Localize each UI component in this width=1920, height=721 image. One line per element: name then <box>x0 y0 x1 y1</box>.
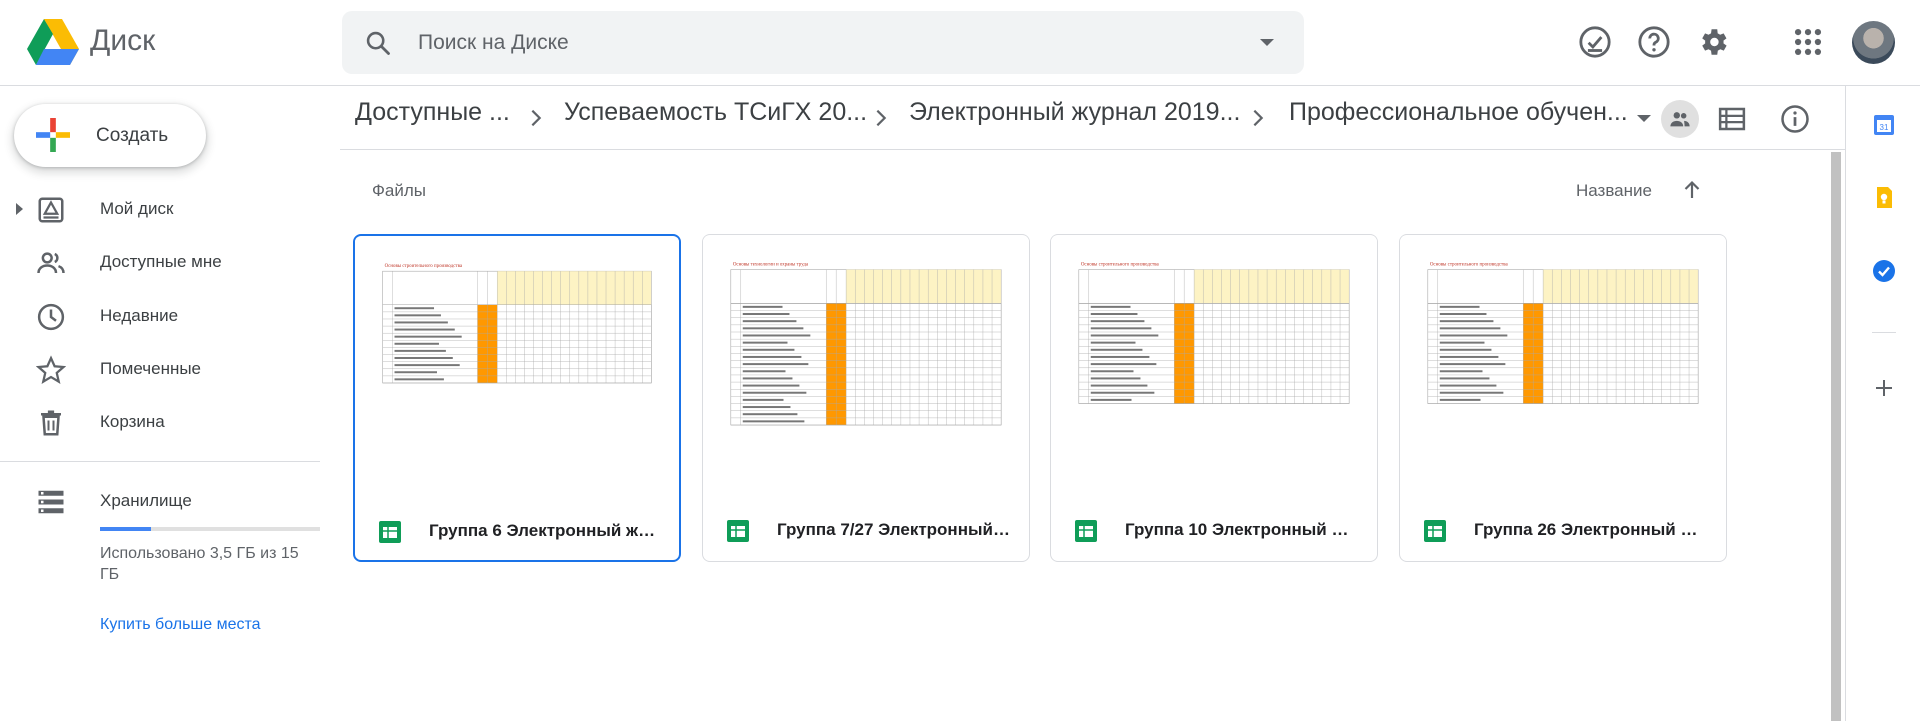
sidebar-item-label: Корзина <box>100 412 165 431</box>
folder-menu-chevron-down-icon[interactable] <box>1637 115 1651 122</box>
settings-gear-icon[interactable] <box>1696 25 1730 59</box>
breadcrumb-item[interactable]: Доступные ... <box>355 98 510 127</box>
sidebar-item-my-drive[interactable]: Мой диск <box>0 185 320 233</box>
create-label: Создать <box>96 125 169 146</box>
file-card-footer: Группа 26 Электронный журнал <box>1400 495 1726 561</box>
thumbnail-title: Основы технологии и охраны труда <box>733 263 809 268</box>
breadcrumb-item[interactable]: Электронный журнал 2019... <box>909 98 1240 127</box>
side-panel: 31 <box>1845 86 1920 721</box>
calendar-icon[interactable]: 31 <box>1872 113 1896 137</box>
search-icon[interactable] <box>364 29 392 57</box>
people-icon <box>1670 112 1690 127</box>
google-sheets-icon <box>1075 520 1097 542</box>
thumbnail-title: Основы строительного производства <box>1081 263 1160 268</box>
help-icon[interactable] <box>1637 25 1671 59</box>
sidebar-item-label: Мой диск <box>100 199 174 218</box>
account-avatar[interactable] <box>1852 21 1895 64</box>
search-bar[interactable]: Поиск на Диске <box>342 11 1304 74</box>
file-card-footer: Группа 10 Электронный журнал <box>1051 495 1377 561</box>
top-header: Диск Поиск на Диске <box>0 0 1920 86</box>
sidebar-item-trash[interactable]: Корзина <box>0 398 320 446</box>
sort-ascending-arrow-icon[interactable] <box>1680 178 1704 202</box>
files-section-title: Файлы <box>372 181 427 200</box>
storage-icon <box>38 490 64 514</box>
file-name[interactable]: Группа 6 Электронный журнал <box>429 521 664 541</box>
clock-icon <box>37 303 65 331</box>
chevron-right-icon <box>1253 109 1264 127</box>
file-name[interactable]: Группа 10 Электронный журнал <box>1125 520 1360 540</box>
shared-folder-button[interactable] <box>1661 100 1699 138</box>
buy-storage-link[interactable]: Купить больше места <box>100 616 261 634</box>
chevron-right-icon <box>876 109 887 127</box>
storage-usage-fill <box>100 527 151 531</box>
svg-text:31: 31 <box>1880 123 1889 132</box>
info-icon[interactable] <box>1780 104 1810 134</box>
google-sheets-icon <box>379 521 401 543</box>
my-drive-icon <box>38 197 64 223</box>
list-view-icon[interactable] <box>1717 104 1747 134</box>
star-icon <box>36 355 66 384</box>
shared-people-icon <box>37 252 65 274</box>
keep-icon[interactable] <box>1872 186 1896 210</box>
file-thumbnail: Основы строительного производства <box>1400 235 1726 495</box>
expand-arrow-icon[interactable] <box>16 203 23 215</box>
file-card-footer: Группа 7/27 Электронный журнал <box>703 495 1029 561</box>
file-thumbnail: Основы строительного производства <box>355 237 679 495</box>
thumbnail-title: Основы строительного производства <box>1430 263 1509 268</box>
file-name[interactable]: Группа 7/27 Электронный журнал <box>777 520 1012 540</box>
sidebar-divider <box>0 461 320 462</box>
apps-grid-icon[interactable] <box>1791 25 1825 59</box>
sidebar-item-label: Доступные мне <box>100 252 222 271</box>
google-sheets-icon <box>1424 520 1446 542</box>
breadcrumb-current-folder[interactable]: Профессиональное обучен... <box>1289 98 1628 127</box>
search-input[interactable]: Поиск на Диске <box>418 31 569 55</box>
file-card[interactable]: Основы технологии и охраны труда Группа … <box>702 234 1030 562</box>
toolbar-divider <box>340 149 1845 150</box>
sort-by-name-button[interactable]: Название <box>1576 181 1652 201</box>
storage-label: Хранилище <box>100 491 192 510</box>
file-name[interactable]: Группа 26 Электронный журнал <box>1474 520 1709 540</box>
tasks-icon[interactable] <box>1872 259 1896 283</box>
google-sheets-icon <box>727 520 749 542</box>
offline-check-icon[interactable] <box>1578 25 1612 59</box>
file-thumbnail: Основы строительного производства <box>1051 235 1377 495</box>
file-card[interactable]: Основы строительного производства Группа… <box>353 234 681 562</box>
trash-icon <box>41 410 61 436</box>
storage-usage-bar <box>100 527 320 531</box>
file-thumbnail: Основы технологии и охраны труда <box>703 235 1029 495</box>
breadcrumb-item[interactable]: Успеваемость ТСиГХ 20... <box>564 98 867 127</box>
plus-icon <box>36 118 70 152</box>
file-card[interactable]: Основы строительного производства Группа… <box>1399 234 1727 562</box>
drive-logo-icon[interactable] <box>27 19 79 65</box>
sidebar-item-recent[interactable]: Недавние <box>0 292 320 340</box>
sidebar-item-label: Помеченные <box>100 359 202 378</box>
chevron-right-icon <box>531 109 542 127</box>
scrollbar[interactable] <box>1831 152 1841 721</box>
create-button[interactable]: Создать <box>14 104 206 167</box>
add-addon-plus-icon[interactable] <box>1872 376 1896 400</box>
thumbnail-title: Основы строительного производства <box>385 264 463 269</box>
app-name: Диск <box>90 24 156 57</box>
search-options-chevron-down-icon[interactable] <box>1260 39 1274 46</box>
file-card[interactable]: Основы строительного производства Группа… <box>1050 234 1378 562</box>
side-panel-divider <box>1872 332 1896 333</box>
file-card-footer: Группа 6 Электронный журнал <box>355 496 679 560</box>
sidebar-item-shared-with-me[interactable]: Доступные мне <box>0 238 320 286</box>
sidebar-item-starred[interactable]: Помеченные <box>0 345 320 393</box>
sidebar-item-label: Недавние <box>100 306 179 325</box>
storage-used-text: Использовано 3,5 ГБ из 15 ГБ <box>100 545 299 583</box>
